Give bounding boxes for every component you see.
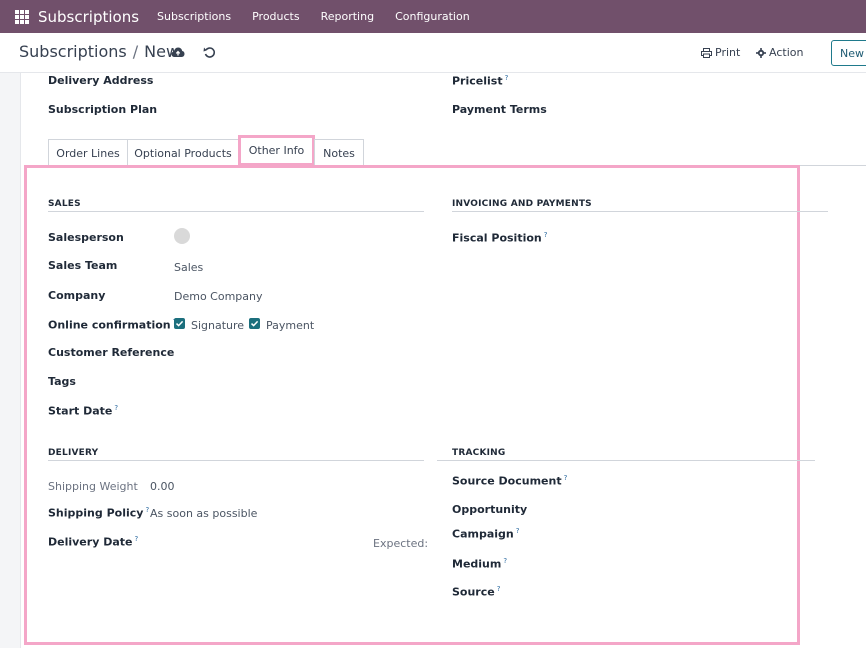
invoicing-divider bbox=[452, 211, 828, 212]
shipping-policy-label: Shipping Policy? bbox=[48, 506, 149, 520]
help-icon[interactable]: ? bbox=[114, 404, 118, 412]
tracking-section-title: TRACKING bbox=[452, 448, 506, 458]
expected-date-label: Expected: bbox=[373, 537, 429, 550]
print-label: Print bbox=[715, 46, 741, 59]
delivery-section-title: DELIVERY bbox=[48, 448, 99, 458]
payment-label[interactable]: Payment bbox=[266, 319, 314, 332]
checkmark-icon bbox=[250, 320, 259, 327]
menu-configuration[interactable]: Configuration bbox=[395, 10, 470, 23]
menu-products[interactable]: Products bbox=[252, 10, 300, 23]
signature-checkbox[interactable] bbox=[174, 318, 185, 329]
company-label: Company bbox=[48, 289, 106, 302]
cloud-upload-icon[interactable] bbox=[171, 46, 185, 58]
printer-icon bbox=[701, 47, 712, 58]
tab-order-lines[interactable]: Order Lines bbox=[48, 139, 128, 166]
campaign-label: Campaign? bbox=[452, 527, 519, 541]
help-icon[interactable]: ? bbox=[516, 527, 520, 535]
fiscal-position-text: Fiscal Position bbox=[452, 231, 542, 245]
tab-optional-products[interactable]: Optional Products bbox=[127, 139, 239, 166]
sales-section-title: SALES bbox=[48, 199, 81, 209]
start-date-label: Start Date? bbox=[48, 404, 118, 418]
shipping-weight-field: 0.00 bbox=[150, 480, 175, 493]
delivery-date-label: Delivery Date? bbox=[48, 535, 138, 549]
source-text: Source bbox=[452, 585, 495, 599]
action-button[interactable]: Action bbox=[756, 46, 803, 59]
shipping-policy-field[interactable]: As soon as possible bbox=[150, 507, 257, 520]
delivery-address-label: Delivery Address bbox=[48, 74, 154, 87]
sales-team-label: Sales Team bbox=[48, 259, 118, 272]
checkmark-icon bbox=[175, 320, 184, 327]
source-document-text: Source Document bbox=[452, 474, 562, 488]
pricelist-label: Pricelist? bbox=[452, 74, 508, 88]
new-button[interactable]: New bbox=[831, 40, 866, 66]
subscription-plan-label: Subscription Plan bbox=[48, 103, 158, 116]
page-background bbox=[0, 73, 20, 648]
app-brand[interactable]: Subscriptions bbox=[38, 8, 139, 26]
control-panel: Subscriptions / New Print Action New bbox=[0, 33, 866, 73]
medium-text: Medium bbox=[452, 557, 502, 571]
print-button[interactable]: Print bbox=[701, 46, 740, 59]
delivery-date-text: Delivery Date bbox=[48, 535, 133, 549]
tab-notes[interactable]: Notes bbox=[314, 139, 364, 166]
apps-menu-icon[interactable] bbox=[15, 9, 29, 24]
payment-checkbox[interactable] bbox=[249, 318, 260, 329]
breadcrumb-separator: / bbox=[132, 42, 139, 61]
tab-content-highlight bbox=[24, 165, 800, 645]
medium-label: Medium? bbox=[452, 557, 507, 571]
help-icon[interactable]: ? bbox=[505, 74, 509, 82]
menu-subscriptions[interactable]: Subscriptions bbox=[157, 10, 231, 23]
source-document-label: Source Document? bbox=[452, 474, 567, 488]
sales-team-field[interactable]: Sales bbox=[174, 261, 203, 274]
invoicing-section-title: INVOICING AND PAYMENTS bbox=[452, 199, 592, 209]
top-navbar: Subscriptions Subscriptions Products Rep… bbox=[0, 0, 866, 33]
opportunity-label: Opportunity bbox=[452, 503, 528, 516]
delivery-divider bbox=[48, 460, 424, 461]
salesperson-label: Salesperson bbox=[48, 231, 124, 244]
undo-icon[interactable] bbox=[203, 46, 216, 59]
help-icon[interactable]: ? bbox=[544, 231, 548, 239]
help-icon[interactable]: ? bbox=[134, 535, 138, 543]
action-label: Action bbox=[769, 46, 804, 59]
customer-reference-label: Customer Reference bbox=[48, 346, 175, 359]
help-icon[interactable]: ? bbox=[145, 506, 149, 514]
shipping-weight-label: Shipping Weight bbox=[48, 480, 138, 493]
shipping-policy-text: Shipping Policy bbox=[48, 506, 144, 520]
campaign-text: Campaign bbox=[452, 527, 514, 541]
fiscal-position-label: Fiscal Position? bbox=[452, 231, 547, 245]
online-confirmation-label: Online confirmation? bbox=[48, 318, 176, 332]
breadcrumb: Subscriptions / New bbox=[19, 42, 179, 61]
online-confirmation-text: Online confirmation bbox=[48, 318, 171, 332]
payment-terms-label: Payment Terms bbox=[452, 103, 547, 116]
help-icon[interactable]: ? bbox=[564, 474, 568, 482]
start-date-text: Start Date bbox=[48, 404, 113, 418]
pricelist-text: Pricelist bbox=[452, 74, 503, 88]
help-icon[interactable]: ? bbox=[497, 585, 501, 593]
source-label: Source? bbox=[452, 585, 500, 599]
tracking-divider bbox=[437, 460, 815, 461]
breadcrumb-parent[interactable]: Subscriptions bbox=[19, 42, 127, 61]
gear-icon bbox=[756, 47, 766, 58]
menu-reporting[interactable]: Reporting bbox=[321, 10, 374, 23]
tags-label: Tags bbox=[48, 375, 76, 388]
signature-label[interactable]: Signature bbox=[191, 319, 244, 332]
tab-other-info[interactable]: Other Info bbox=[238, 135, 315, 166]
help-icon[interactable]: ? bbox=[503, 557, 507, 565]
salesperson-avatar[interactable] bbox=[174, 228, 190, 244]
sales-divider bbox=[48, 211, 424, 212]
company-field[interactable]: Demo Company bbox=[174, 290, 263, 303]
